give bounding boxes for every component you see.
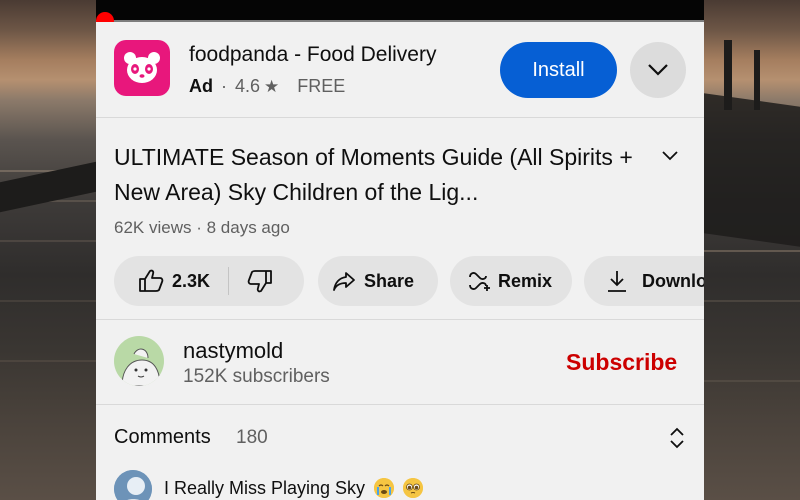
channel-name[interactable]: nastymold xyxy=(183,338,283,364)
comments-count: 180 xyxy=(236,427,268,448)
subscribe-button[interactable]: Subscribe xyxy=(566,349,677,376)
download-button[interactable]: Download xyxy=(584,256,704,306)
ad-badge: Ad xyxy=(189,76,213,96)
app-install-ad[interactable]: foodpanda - Food Delivery Ad · 4.6 ★ FRE… xyxy=(96,22,704,118)
divider xyxy=(96,319,704,320)
ad-expand-button[interactable] xyxy=(630,42,686,98)
ad-rating: 4.6 xyxy=(235,76,261,96)
thumbs-down-icon xyxy=(247,270,272,293)
share-arrow-icon xyxy=(333,272,355,291)
ad-price: FREE xyxy=(297,76,346,96)
background-left xyxy=(0,0,96,500)
channel-avatar[interactable] xyxy=(114,336,164,386)
expand-icon[interactable] xyxy=(668,426,686,455)
remix-label: Remix xyxy=(498,270,553,291)
video-stats[interactable]: 62K views · 8 days ago xyxy=(114,218,290,238)
comment-body: I Really Miss Playing Sky xyxy=(164,478,366,498)
panda-logo-icon xyxy=(114,40,170,96)
share-button[interactable]: Share xyxy=(318,256,438,306)
share-label: Share xyxy=(364,270,415,291)
pleading-emoji xyxy=(403,478,424,498)
upload-age: 8 days ago xyxy=(206,218,290,237)
crying-emoji xyxy=(374,478,395,498)
chevron-down-icon xyxy=(662,151,678,161)
remix-icon xyxy=(469,272,490,291)
video-player-bar xyxy=(96,0,704,22)
view-count: 62K views xyxy=(114,218,192,237)
divider xyxy=(96,117,704,118)
description-expand-button[interactable] xyxy=(662,148,678,166)
subscriber-count: 152K subscribers xyxy=(183,366,330,387)
chevron-down-icon xyxy=(648,64,668,76)
thumbs-up-icon xyxy=(139,269,164,292)
download-icon xyxy=(608,271,626,292)
top-comment[interactable]: I Really Miss Playing Sky xyxy=(164,478,424,499)
install-button[interactable]: Install xyxy=(500,42,617,98)
dislike-button[interactable] xyxy=(229,256,273,306)
like-dislike-group: 2.3K xyxy=(114,256,304,306)
download-label: Download xyxy=(642,270,704,291)
divider xyxy=(96,404,704,405)
star-icon: ★ xyxy=(264,76,280,96)
background-right xyxy=(704,0,800,500)
commenter-avatar[interactable] xyxy=(114,470,152,500)
video-details-panel: foodpanda - Food Delivery Ad · 4.6 ★ FRE… xyxy=(96,22,704,500)
video-title[interactable]: ULTIMATE Season of Moments Guide (All Sp… xyxy=(114,140,644,210)
ad-app-name[interactable]: foodpanda - Food Delivery xyxy=(189,43,436,67)
ad-meta: Ad · 4.6 ★ FREE xyxy=(189,76,346,96)
like-button[interactable]: 2.3K xyxy=(114,256,210,306)
like-count: 2.3K xyxy=(172,270,211,291)
remix-button[interactable]: Remix xyxy=(450,256,572,306)
comments-header[interactable]: Comments xyxy=(114,426,211,449)
